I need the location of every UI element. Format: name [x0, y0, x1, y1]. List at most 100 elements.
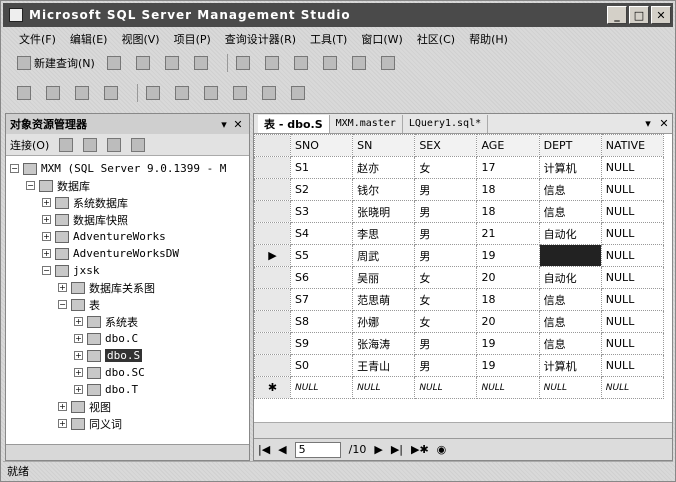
cell[interactable]: S5	[289, 244, 354, 267]
cell[interactable]: 19	[476, 244, 540, 267]
toolbar-button[interactable]	[202, 83, 223, 103]
tree-node-server[interactable]: − MXM (SQL Server 9.0.1399 - M	[6, 160, 249, 177]
menu-community[interactable]: 社区(C)	[417, 31, 455, 47]
tab-list-icon[interactable]: ▾	[640, 117, 656, 130]
cell[interactable]: 男	[414, 244, 478, 267]
tree-node-table[interactable]: + dbo.T	[6, 381, 249, 398]
row-selector[interactable]	[254, 332, 291, 355]
cell[interactable]: S7	[289, 288, 354, 311]
close-icon[interactable]: ✕	[231, 118, 245, 131]
cell[interactable]: 吴丽	[352, 266, 416, 289]
toolbar-button[interactable]	[292, 53, 313, 73]
cell[interactable]: 20	[476, 266, 540, 289]
refresh-icon[interactable]	[131, 137, 146, 152]
expand-icon[interactable]: +	[42, 215, 51, 224]
expand-icon[interactable]: +	[74, 317, 83, 326]
table-row[interactable]: S8 孙娜女 20 信息 NULL	[254, 310, 665, 333]
cell[interactable]: 男	[414, 200, 478, 223]
menu-view[interactable]: 视图(V)	[121, 31, 159, 47]
toolbar-button[interactable]	[134, 53, 155, 73]
table-row[interactable]: S3 张晓明男 18 信息 NULL	[254, 200, 665, 223]
cell[interactable]: 周武	[352, 244, 416, 267]
cell[interactable]: 18	[476, 200, 540, 223]
tab-query1[interactable]: LQuery1.sql*	[403, 114, 489, 133]
tab-mxm-master[interactable]: MXM.master	[330, 114, 403, 133]
toolbar-button[interactable]	[379, 53, 400, 73]
collapse-icon[interactable]: −	[10, 164, 19, 173]
toolbar-button[interactable]	[231, 83, 252, 103]
cell[interactable]: NULL	[600, 266, 665, 289]
collapse-icon[interactable]: −	[42, 266, 51, 275]
expand-icon[interactable]: +	[58, 419, 67, 428]
cell[interactable]: NULL	[538, 376, 602, 399]
toolbar-button[interactable]	[234, 53, 255, 73]
tree-node-snapshots[interactable]: + 数据库快照	[6, 211, 249, 228]
cell[interactable]: 自动化	[538, 222, 602, 245]
cell[interactable]: 男	[414, 354, 478, 377]
cell[interactable]: S0	[289, 354, 354, 377]
pin-icon[interactable]: ▾	[217, 118, 231, 131]
expand-icon[interactable]: +	[58, 283, 67, 292]
column-header[interactable]: NATIVE	[600, 134, 665, 157]
cell[interactable]: 信息	[538, 310, 602, 333]
cell[interactable]: NULL	[600, 354, 665, 377]
menu-help[interactable]: 帮助(H)	[469, 31, 508, 47]
cell[interactable]: 信息	[538, 332, 602, 355]
toolbar-button[interactable]	[102, 83, 123, 103]
tree-node-databases[interactable]: − 数据库	[6, 177, 249, 194]
cell[interactable]: 21	[476, 222, 540, 245]
cell[interactable]: 女	[414, 310, 478, 333]
column-header[interactable]: SNO	[289, 134, 354, 157]
toolbar-button[interactable]	[192, 53, 213, 73]
cell[interactable]: 信息	[538, 200, 602, 223]
expand-icon[interactable]: +	[42, 249, 51, 258]
cell[interactable]: 李思	[352, 222, 416, 245]
expand-icon[interactable]: +	[42, 232, 51, 241]
prev-record-icon[interactable]: ◀	[278, 443, 286, 456]
menu-file[interactable]: 文件(F)	[19, 31, 56, 47]
cell[interactable]: 孙娜	[352, 310, 416, 333]
cell[interactable]: 19	[476, 332, 540, 355]
cell[interactable]: 计算机	[538, 156, 602, 179]
cell[interactable]: S3	[289, 200, 354, 223]
close-button[interactable]: ✕	[651, 6, 671, 24]
cell[interactable]: 男	[414, 332, 478, 355]
last-record-icon[interactable]: ▶|	[391, 443, 403, 456]
cell[interactable]: NULL	[600, 310, 665, 333]
menu-project[interactable]: 项目(P)	[174, 31, 211, 47]
cell[interactable]: NULL	[289, 376, 354, 399]
column-header[interactable]: SEX	[414, 134, 478, 157]
table-row[interactable]: S9 张海涛男 19 信息 NULL	[254, 332, 665, 355]
row-selector[interactable]	[254, 200, 291, 223]
expand-icon[interactable]: +	[42, 198, 51, 207]
row-selector[interactable]	[254, 354, 291, 377]
maximize-button[interactable]: □	[629, 6, 649, 24]
tree-node-table-selected[interactable]: + dbo.S	[6, 347, 249, 364]
tree-node-system-databases[interactable]: + 系统数据库	[6, 194, 249, 211]
cell[interactable]: 18	[476, 178, 540, 201]
cell[interactable]: NULL	[414, 376, 478, 399]
tree-node-views[interactable]: + 视图	[6, 398, 249, 415]
new-row[interactable]: ✱ NULL NULL NULL NULL NULL NULL	[254, 376, 665, 399]
cell[interactable]: NULL	[600, 178, 665, 201]
cell[interactable]: S1	[289, 156, 354, 179]
close-tab-icon[interactable]: ✕	[656, 117, 672, 130]
column-header[interactable]: AGE	[476, 134, 540, 157]
cell[interactable]: 范思萌	[352, 288, 416, 311]
toolbar-button[interactable]	[163, 53, 184, 73]
cell[interactable]: 男	[414, 178, 478, 201]
cell[interactable]: 赵亦	[352, 156, 416, 179]
row-selector[interactable]	[254, 266, 291, 289]
cell[interactable]: 女	[414, 266, 478, 289]
collapse-icon[interactable]: −	[58, 300, 67, 309]
expand-icon[interactable]: +	[58, 402, 67, 411]
table-row[interactable]: S1 赵亦女 17 计算机 NULL	[254, 156, 665, 179]
cell[interactable]: 张海涛	[352, 332, 416, 355]
table-row[interactable]: S7 范思萌女 18 信息 NULL	[254, 288, 665, 311]
cell[interactable]: NULL	[600, 332, 665, 355]
toolbar-button[interactable]	[350, 53, 371, 73]
table-row-current[interactable]: ▶ S5 周武男 19 NULL	[254, 244, 665, 267]
cell[interactable]: 计算机	[538, 354, 602, 377]
cell-editing[interactable]	[538, 244, 602, 267]
tab-table-dbo-s[interactable]: 表 - dbo.S	[258, 114, 330, 133]
